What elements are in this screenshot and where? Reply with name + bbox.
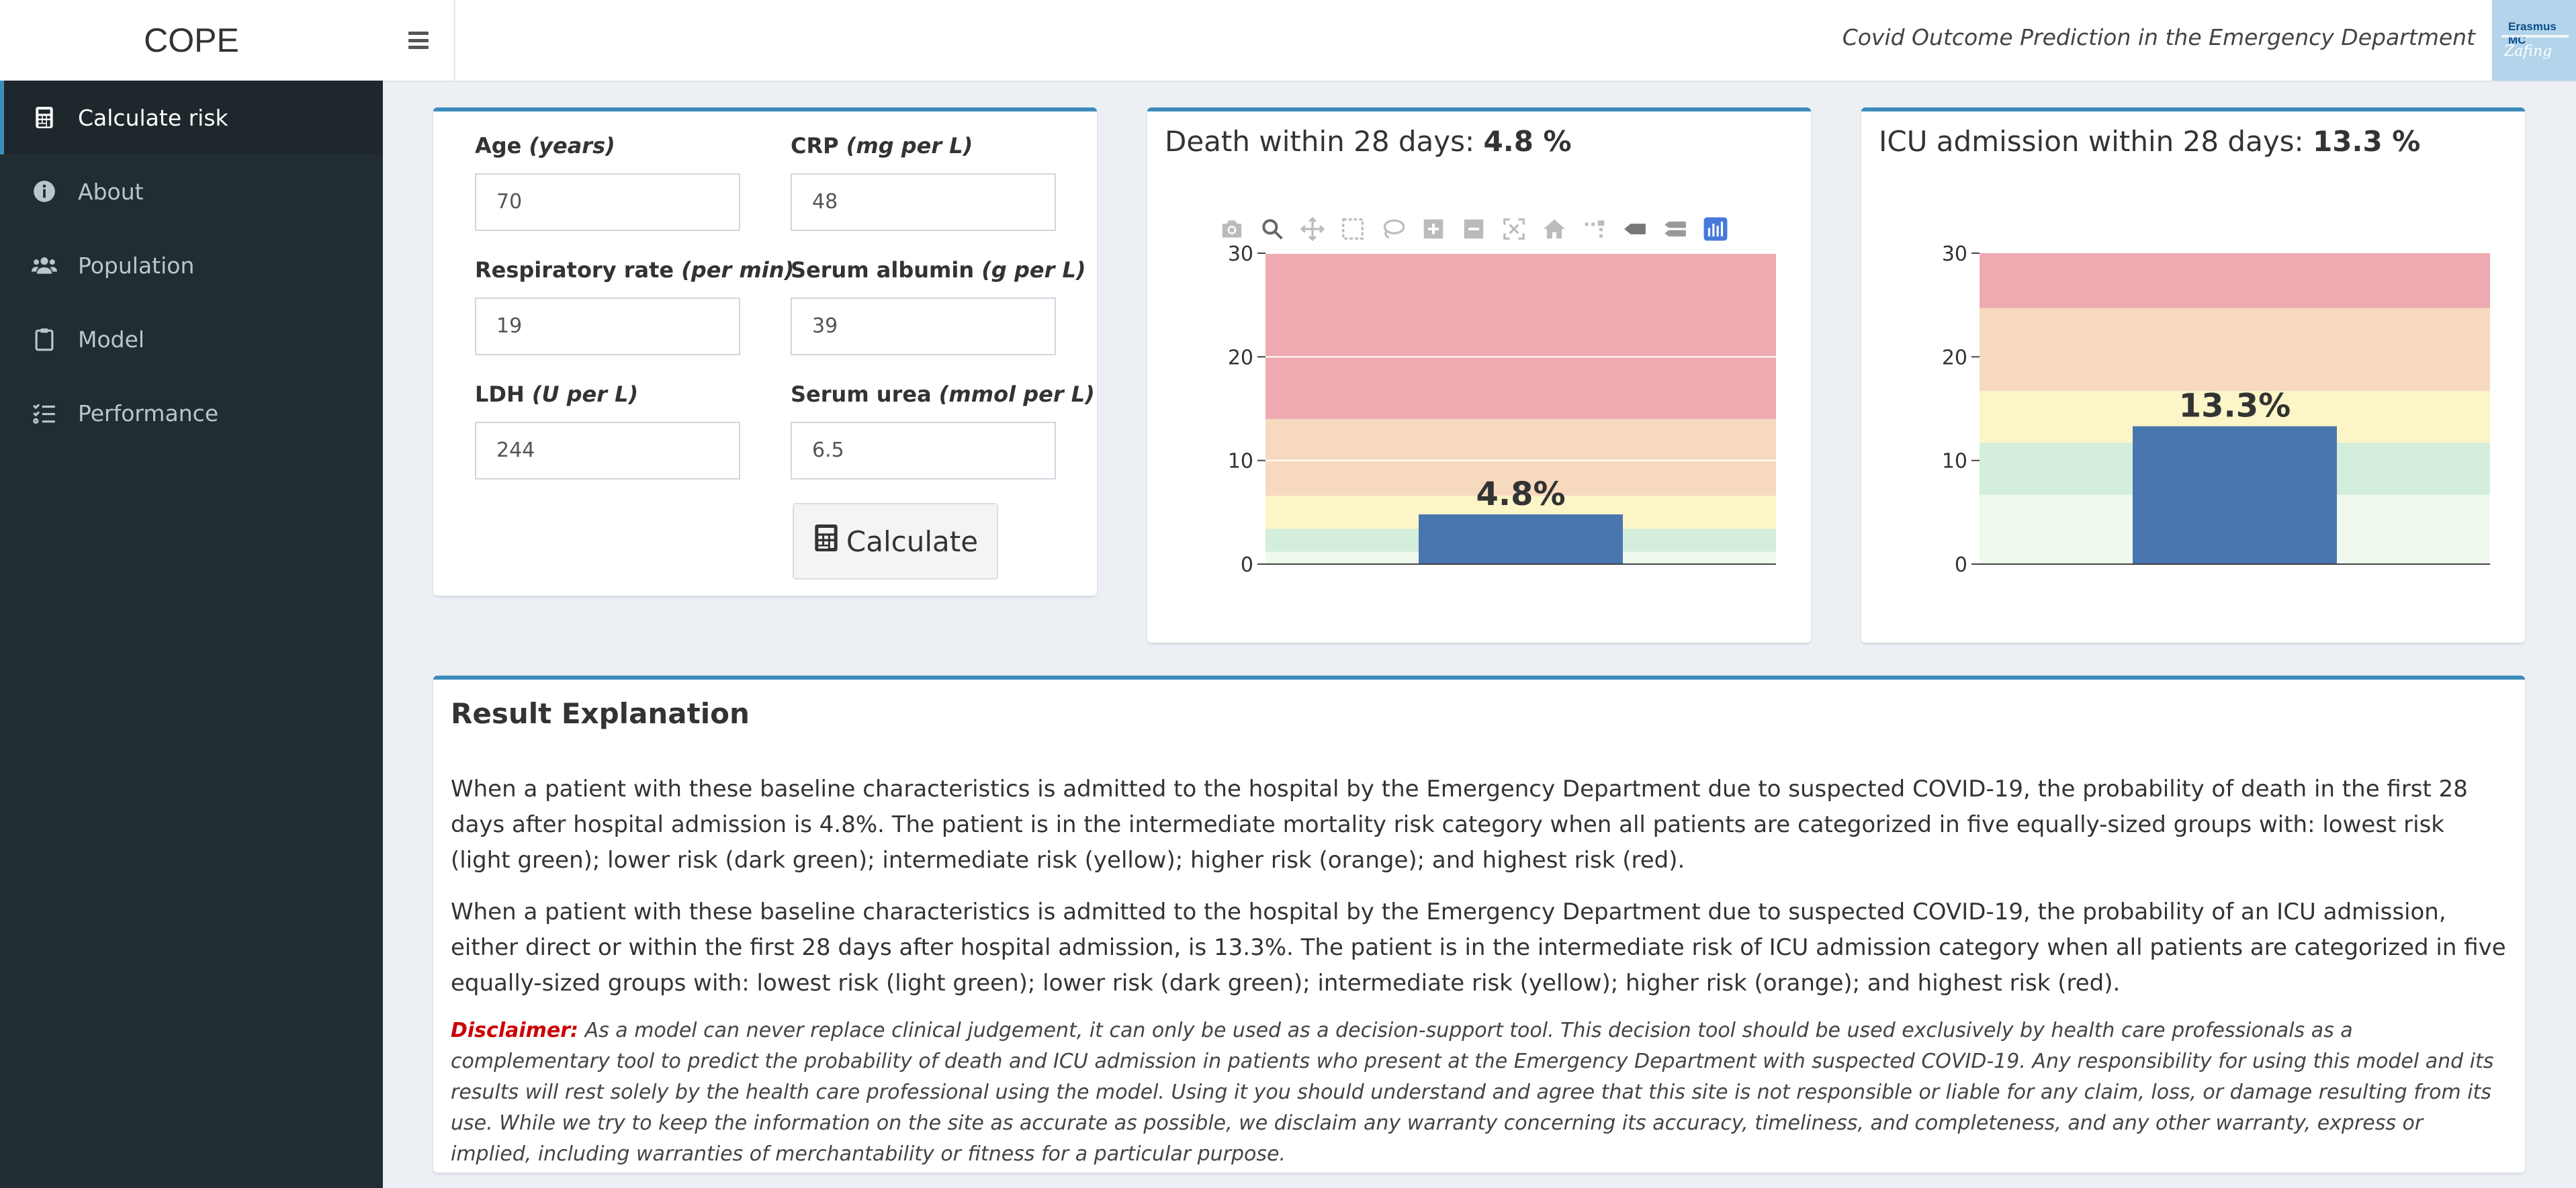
serum-albumin-label: Serum albumin (g per L) — [791, 257, 1086, 283]
bar-value-label: 4.8% — [1476, 475, 1565, 513]
sidebar-item-calculate-risk[interactable]: Calculate risk — [0, 81, 383, 154]
sidebar-item-label: Calculate risk — [78, 104, 228, 131]
brand-script: Zafing — [2504, 43, 2552, 60]
sidebar-toggle-button[interactable] — [383, 0, 455, 81]
autoscale-icon[interactable] — [1494, 216, 1534, 242]
y-tick-label: 0 — [1241, 553, 1253, 577]
serum-albumin-input[interactable]: 39 — [791, 298, 1056, 355]
hover-compare-icon[interactable] — [1655, 216, 1695, 242]
sidebar-item-label: Model — [78, 326, 145, 353]
plotly-logo-icon[interactable] — [1695, 216, 1736, 242]
death-risk-chart-box: Death within 28 days: 4.8 % 4.8% 0 10 20 30 — [1147, 107, 1811, 643]
result-explanation-title: Result Explanation — [451, 697, 750, 730]
hover-closest-icon[interactable] — [1615, 216, 1655, 242]
bar-value-label: 13.3% — [2179, 387, 2291, 425]
risk-band-4 — [1980, 308, 2490, 392]
y-tick-label: 10 — [1942, 450, 1967, 473]
brand-divider — [2501, 35, 2569, 38]
app-logo[interactable]: COPE — [0, 0, 384, 81]
death-explanation-text: When a patient with these baseline chara… — [451, 776, 2468, 874]
header-title: Covid Outcome Prediction in the Emergenc… — [1842, 24, 2475, 50]
age-input[interactable]: 70 — [475, 173, 740, 231]
hamburger-icon — [408, 32, 429, 49]
zoom-in-icon[interactable] — [1413, 216, 1454, 242]
y-tick-label: 20 — [1942, 346, 1967, 369]
serum-urea-input[interactable]: 6.5 — [791, 422, 1056, 479]
result-explanation-box: Result Explanation When a patient with t… — [433, 676, 2525, 1173]
sidebar-item-label: About — [78, 178, 144, 205]
sidebar-item-model[interactable]: Model — [0, 302, 383, 376]
info-circle-icon — [30, 178, 59, 205]
serum-urea-label: Serum urea (mmol per L) — [791, 381, 1095, 407]
camera-icon[interactable] — [1212, 216, 1252, 242]
sidebar-item-about[interactable]: About — [0, 154, 383, 228]
ldh-input[interactable]: 244 — [475, 422, 740, 479]
respiratory-rate-input[interactable]: 19 — [475, 298, 740, 355]
calculator-icon — [30, 104, 59, 131]
lasso-select-icon[interactable] — [1373, 216, 1413, 242]
app-logo-text: COPE — [144, 21, 239, 59]
y-tick-label: 20 — [1228, 346, 1253, 369]
crp-input[interactable]: 48 — [791, 173, 1056, 231]
zoom-icon[interactable] — [1252, 216, 1292, 242]
calculate-button[interactable]: Calculate — [793, 503, 998, 580]
y-tick-label: 30 — [1942, 242, 1967, 266]
top-navbar: Covid Outcome Prediction in the Emergenc… — [383, 0, 2576, 82]
clipboard-icon — [30, 326, 59, 353]
risk-bar[interactable] — [1419, 514, 1623, 564]
age-label: Age (years) — [475, 133, 615, 158]
sidebar: Calculate risk About Population Model Pe… — [0, 81, 383, 1188]
y-tick-label: 30 — [1228, 242, 1253, 266]
sidebar-item-label: Population — [78, 252, 195, 279]
risk-band-5 — [1265, 253, 1776, 419]
risk-input-form: Age (years) 70 CRP (mg per L) 48 Respira… — [433, 107, 1097, 596]
crp-label: CRP (mg per L) — [791, 133, 973, 158]
erasmus-mc-logo: Erasmus MC Zafing — [2492, 0, 2576, 81]
spike-lines-icon[interactable] — [1574, 216, 1615, 242]
icu-explanation-text: When a patient with these baseline chara… — [451, 899, 2506, 997]
sidebar-item-label: Performance — [78, 400, 219, 426]
respiratory-rate-label: Respiratory rate (per min) — [475, 257, 795, 283]
users-icon — [30, 252, 59, 279]
ldh-label: LDH (U per L) — [475, 381, 639, 407]
disclaimer-label: Disclaimer: — [451, 1019, 579, 1042]
calculator-icon — [813, 523, 846, 559]
reset-axes-icon[interactable] — [1534, 216, 1574, 242]
zoom-out-icon[interactable] — [1454, 216, 1494, 242]
chart-modebar — [1212, 216, 1736, 242]
tasks-icon — [30, 400, 59, 426]
box-select-icon[interactable] — [1333, 216, 1373, 242]
disclaimer-text: Disclaimer: As a model can never replace… — [451, 1015, 2506, 1170]
y-tick-label: 10 — [1228, 450, 1253, 473]
sidebar-item-population[interactable]: Population — [0, 228, 383, 302]
sidebar-item-performance[interactable]: Performance — [0, 376, 383, 450]
risk-band-5 — [1980, 253, 2490, 308]
death-risk-chart: 4.8% 0 10 20 30 — [1228, 242, 1776, 577]
calculate-button-label: Calculate — [846, 524, 979, 558]
icu-risk-chart-box: ICU admission within 28 days: 13.3 % 13.… — [1861, 107, 2525, 643]
y-tick-label: 0 — [1955, 553, 1967, 577]
icu-risk-chart: 13.3% 0 10 20 30 — [1942, 242, 2490, 577]
risk-bar[interactable] — [2133, 426, 2337, 564]
pan-icon[interactable] — [1292, 216, 1333, 242]
disclaimer-body: As a model can never replace clinical ju… — [451, 1019, 2494, 1166]
